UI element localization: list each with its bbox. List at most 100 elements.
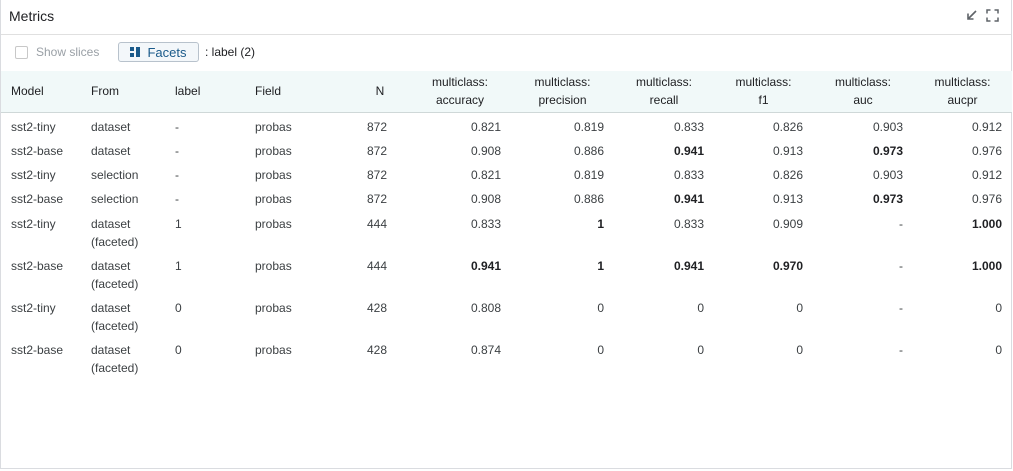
cell-auc: 0.903 — [872, 167, 903, 182]
column-header[interactable]: N — [351, 71, 409, 112]
cell-f1: 0 — [796, 300, 803, 315]
show-slices-label: Show slices — [36, 45, 100, 59]
cell-precision: 0.819 — [573, 119, 604, 134]
column-header[interactable]: label — [165, 71, 245, 112]
column-header[interactable]: multiclass: precision — [511, 71, 614, 112]
cell-aucpr: 1.000 — [971, 258, 1002, 273]
column-header[interactable]: multiclass: aucpr — [913, 71, 1012, 112]
cell-from: dataset — [81, 139, 165, 163]
column-header-line1: multiclass: — [431, 75, 488, 90]
table-row[interactable]: sst2-base dataset (faceted) 1 probas 444 0.941… — [1, 253, 1012, 295]
cell-from-line2: (faceted) — [91, 360, 139, 375]
cell-recall: 0.833 — [673, 216, 704, 231]
cell-auc: 0.973 — [872, 191, 903, 206]
table-row[interactable]: sst2-tiny dataset (faceted) 1 probas 444 0.833… — [1, 211, 1012, 253]
cell-f1: 0.913 — [772, 143, 803, 158]
cell-precision: 0.886 — [573, 191, 604, 206]
cell-accuracy: 0.908 — [470, 143, 501, 158]
cell-f1: 0.970 — [772, 258, 803, 273]
cell-field: probas — [255, 342, 292, 357]
cell-accuracy: 0.821 — [470, 119, 501, 134]
cell-label: - — [175, 167, 179, 182]
column-header-line2: precision — [538, 93, 587, 108]
column-header[interactable]: Model — [1, 71, 81, 112]
column-header-line2: recall — [649, 93, 679, 108]
cell-label: - — [175, 143, 179, 158]
metrics-table: Model From label Field Nmulticlass: accuracy m… — [1, 71, 1012, 379]
panel-title: Metrics — [9, 8, 55, 24]
column-header-line1: Field — [255, 84, 282, 99]
cell-recall: 0.833 — [673, 167, 704, 182]
cell-field: probas — [255, 119, 292, 134]
cell-model: sst2-tiny — [11, 119, 56, 134]
table-row[interactable]: sst2-tiny selection - probas 872 0.821 0.819 0.… — [1, 163, 1012, 187]
table-row[interactable]: sst2-base dataset - probas 872 0.908 0.886 0.94… — [1, 139, 1012, 163]
cell-precision: 0.819 — [573, 167, 604, 182]
cell-from-line2: (faceted) — [91, 276, 139, 291]
cell-from-line1: dataset — [91, 342, 131, 357]
cell-n: 444 — [366, 216, 387, 231]
table-row[interactable]: sst2-base selection - probas 872 0.908 0.886 0.… — [1, 187, 1012, 211]
column-header[interactable]: multiclass: f1 — [714, 71, 813, 112]
column-header[interactable]: multiclass: recall — [614, 71, 714, 112]
column-header-line1: multiclass: — [635, 75, 692, 90]
panel-titlebar: Metrics — [1, 0, 1011, 35]
cell-f1: 0.913 — [772, 191, 803, 206]
cell-from: selection — [81, 187, 165, 211]
cell-label: - — [175, 119, 179, 134]
column-header[interactable]: From — [81, 71, 165, 112]
facets-icon — [130, 45, 141, 60]
cell-n: 872 — [366, 119, 387, 134]
column-header[interactable]: multiclass: auc — [813, 71, 913, 112]
cell-f1: 0.826 — [772, 167, 803, 182]
cell-accuracy: 0.874 — [470, 342, 501, 357]
column-header-line2: aucpr — [947, 93, 978, 108]
cell-auc: - — [899, 258, 903, 273]
cell-model: sst2-base — [11, 258, 64, 273]
table-row[interactable]: sst2-tiny dataset (faceted) 0 probas 428 0.808… — [1, 295, 1012, 337]
cell-label: 0 — [175, 342, 182, 357]
cell-from-line1: dataset — [91, 119, 131, 134]
metrics-toolbar: Show slices Facets : label (2) — [1, 35, 1011, 71]
cell-n: 428 — [366, 342, 387, 357]
cell-f1: 0 — [796, 342, 803, 357]
column-header[interactable]: multiclass: accuracy — [409, 71, 511, 112]
cell-field: probas — [255, 258, 292, 273]
show-slices-toggle[interactable]: Show slices — [15, 45, 99, 59]
cell-accuracy: 0.821 — [470, 167, 501, 182]
cell-recall: 0.941 — [673, 258, 704, 273]
cell-recall: 0.833 — [673, 119, 704, 134]
facets-label: Facets — [147, 44, 187, 60]
cell-n: 872 — [366, 191, 387, 206]
cell-model: sst2-base — [11, 342, 64, 357]
cell-auc: - — [899, 342, 903, 357]
cell-recall: 0 — [697, 342, 704, 357]
column-header-line1: label — [175, 84, 201, 99]
table-row[interactable]: sst2-tiny dataset - probas 872 0.821 0.819 0.83… — [1, 112, 1012, 139]
cell-precision: 1 — [597, 258, 604, 273]
table-row[interactable]: sst2-base dataset (faceted) 0 probas 428 0.874… — [1, 337, 1012, 379]
cell-accuracy: 0.833 — [470, 216, 501, 231]
column-header[interactable]: Field — [245, 71, 351, 112]
cell-from: dataset (faceted) — [81, 211, 165, 253]
facets-button[interactable]: Facets — [118, 42, 199, 62]
cell-label: - — [175, 191, 179, 206]
cell-field: probas — [255, 300, 292, 315]
cell-from: dataset (faceted) — [81, 337, 165, 379]
cell-aucpr: 0.912 — [971, 119, 1002, 134]
column-header-line2: accuracy — [435, 93, 485, 108]
window-controls — [965, 9, 999, 22]
cell-model: sst2-base — [11, 191, 64, 206]
minimize-icon[interactable] — [965, 9, 978, 22]
cell-from-line1: dataset — [91, 143, 131, 158]
metrics-panel: Metrics Show slices Facets : label (2) M… — [0, 0, 1012, 469]
cell-aucpr: 0.976 — [971, 191, 1002, 206]
cell-precision: 0 — [597, 342, 604, 357]
cell-auc: 0.973 — [872, 143, 903, 158]
facet-info: : label (2) — [205, 45, 256, 59]
cell-field: probas — [255, 191, 292, 206]
show-slices-checkbox[interactable] — [15, 45, 28, 59]
column-header-line1: N — [375, 84, 385, 99]
fullscreen-icon[interactable] — [986, 9, 999, 22]
cell-auc: - — [899, 216, 903, 231]
